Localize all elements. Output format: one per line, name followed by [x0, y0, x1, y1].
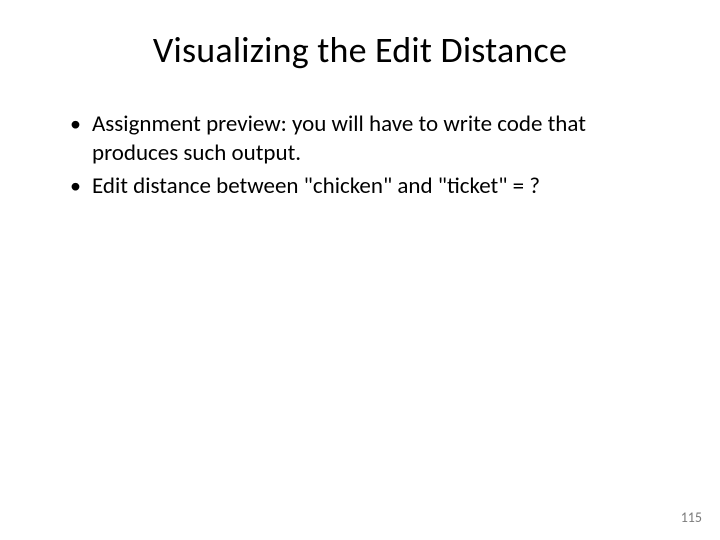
- bullet-item: Assignment preview: you will have to wri…: [70, 110, 670, 168]
- slide-container: Visualizing the Edit Distance Assignment…: [0, 0, 720, 540]
- slide-title: Visualizing the Edit Distance: [50, 28, 670, 72]
- bullet-item: Edit distance between "chicken" and "tic…: [70, 172, 670, 201]
- page-number: 115: [681, 509, 702, 526]
- bullet-list: Assignment preview: you will have to wri…: [50, 110, 670, 200]
